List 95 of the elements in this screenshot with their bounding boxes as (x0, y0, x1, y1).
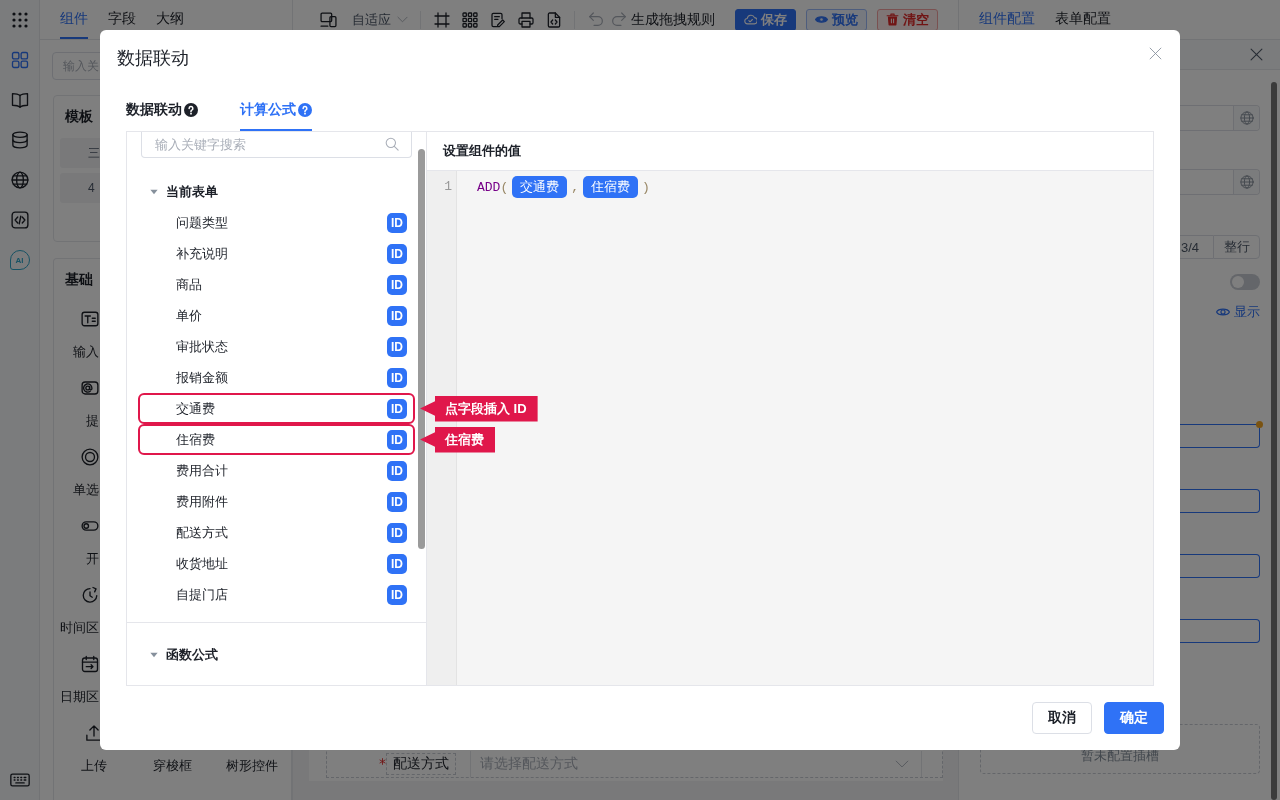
component-item[interactable]: 单选 (73, 448, 99, 499)
line-number: 1 (443, 178, 453, 196)
width-option[interactable]: 整行 (1213, 235, 1260, 259)
grid-icon[interactable] (462, 11, 478, 28)
undo-icon[interactable] (588, 11, 604, 28)
text-input-icon (81, 310, 99, 328)
field-item[interactable]: 配送方式 ID (138, 517, 415, 548)
field-item[interactable]: 补充说明 ID (138, 238, 415, 269)
component-item[interactable]: 输入 (73, 310, 99, 361)
section-title: 基础 (65, 270, 93, 289)
database-icon[interactable] (10, 131, 29, 149)
printer-icon[interactable] (518, 11, 534, 28)
dialog-title: 数据联动 (117, 47, 189, 70)
field-item[interactable]: 住宿费 ID (138, 424, 415, 455)
id-badge: ID (387, 553, 407, 574)
toolbar-button[interactable]: 清空 (877, 8, 938, 31)
eye-icon (815, 13, 828, 26)
field-item[interactable]: 商品 ID (138, 269, 415, 300)
toolbar-button[interactable]: 保存 (735, 8, 796, 31)
tree-group[interactable]: 函数公式 (138, 640, 415, 670)
field-chip[interactable]: 交通费 (512, 176, 568, 198)
id-badge: ID (387, 336, 407, 357)
id-badge: ID (387, 460, 407, 481)
devices-icon[interactable] (320, 11, 337, 28)
field-item[interactable]: 费用合计 ID (138, 455, 415, 486)
layout-grid-icon[interactable] (10, 51, 29, 69)
component-item[interactable]: 提 (81, 379, 99, 430)
visibility-button[interactable]: 显示 (1216, 303, 1260, 321)
close-icon[interactable] (1149, 46, 1162, 60)
search-field[interactable]: 输入关键字搜索 (141, 132, 412, 158)
book-icon[interactable] (10, 91, 29, 109)
id-badge: ID (387, 522, 407, 543)
id-badge: ID (387, 274, 407, 295)
field-item[interactable]: 审批状态 ID (138, 331, 415, 362)
help-icon (184, 102, 198, 117)
component-item[interactable]: 开 (81, 517, 99, 568)
field-item[interactable]: 报销金额 ID (138, 362, 415, 393)
layout-select[interactable]: 自适应 (352, 10, 408, 29)
section-title: 模板 (65, 107, 93, 126)
scrollbar-thumb[interactable] (418, 149, 425, 549)
component-item[interactable]: 日期区 (60, 655, 99, 706)
cloud-check-icon (744, 13, 757, 26)
upload-icon (84, 724, 103, 742)
help-icon (298, 102, 312, 117)
tree-group[interactable]: 当前表单 (138, 177, 415, 207)
code-icon[interactable] (10, 211, 29, 229)
field-item[interactable]: 自提门店 ID (138, 579, 415, 610)
generate-rules-button[interactable]: 生成拖拽规则 (631, 10, 715, 29)
close-icon[interactable] (1250, 48, 1263, 61)
code-punctuation: ( (500, 179, 509, 195)
panel-tab[interactable]: 组件 (60, 0, 88, 39)
field-label: 配送方式 (386, 753, 456, 775)
component-item[interactable]: 时间区 (60, 586, 99, 637)
globe-icon[interactable] (10, 171, 29, 189)
apps-icon[interactable] (11, 12, 28, 28)
component-item[interactable]: 穿梭框 (153, 757, 192, 775)
trash-icon (886, 13, 899, 26)
id-badge: ID (387, 212, 407, 233)
code-punctuation: , (571, 179, 580, 195)
calendar-icon (81, 655, 99, 673)
chevron-down-icon (397, 14, 408, 25)
globe-icon (1239, 175, 1254, 189)
field-item[interactable]: 单价 ID (138, 300, 415, 331)
field-chip[interactable]: 住宿费 (583, 176, 639, 198)
search-icon (385, 137, 399, 151)
id-badge: ID (387, 367, 407, 388)
keyboard-icon[interactable] (9, 773, 30, 787)
id-badge: ID (387, 584, 407, 605)
field-item[interactable]: 交通费 ID (138, 393, 415, 424)
code-file-icon[interactable] (546, 11, 562, 28)
field-item[interactable]: 收货地址 ID (138, 548, 415, 579)
field-item[interactable]: 费用附件 ID (138, 486, 415, 517)
id-badge: ID (387, 305, 407, 326)
clock-icon (81, 586, 99, 604)
redo-icon[interactable] (611, 11, 627, 28)
radio-icon (81, 448, 99, 466)
at-sign-icon (81, 379, 99, 397)
cancel-button[interactable]: 取消 (1032, 702, 1092, 734)
id-badge: ID (387, 429, 407, 450)
id-badge: ID (387, 398, 407, 419)
edit-note-icon[interactable] (490, 11, 506, 28)
frame-icon[interactable] (434, 11, 450, 28)
function-name: ADD (477, 179, 501, 195)
id-badge: ID (387, 491, 407, 512)
field-item[interactable]: 问题类型 ID (138, 207, 415, 238)
toolbar-button[interactable]: 预览 (806, 8, 867, 31)
component-item[interactable]: 树形控件 (225, 757, 278, 775)
dialog-tab[interactable]: 数据联动 (126, 86, 198, 131)
confirm-button[interactable]: 确定 (1104, 702, 1164, 734)
scrollbar-thumb[interactable] (1271, 82, 1277, 800)
code-punctuation: ) (642, 179, 650, 195)
toggle-switch[interactable] (1230, 274, 1260, 290)
component-item[interactable]: 上传 (80, 724, 107, 775)
globe-icon (1239, 111, 1254, 125)
id-badge: ID (387, 243, 407, 264)
